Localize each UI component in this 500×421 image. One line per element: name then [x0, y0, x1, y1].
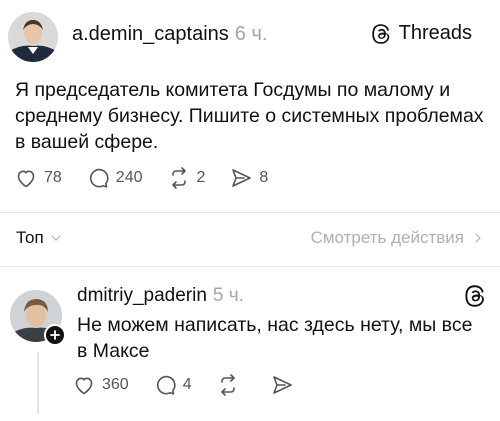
repost-count: 2: [196, 169, 206, 186]
avatar[interactable]: [8, 12, 58, 62]
send-icon: [272, 376, 292, 394]
post-header: a.demin_captains 6 ч. Threads: [8, 8, 492, 62]
follow-button[interactable]: [44, 324, 66, 346]
post-text: Я председатель комитета Госдумы по малом…: [15, 79, 484, 153]
comment-icon: [89, 168, 109, 188]
sort-bar: Топ Смотреть действия: [0, 220, 500, 256]
like-count: 78: [44, 169, 62, 186]
brand-name: Threads: [398, 22, 472, 44]
comment-count: 4: [182, 376, 192, 393]
divider: [0, 212, 500, 213]
author-line: a.demin_captains 6 ч.: [72, 23, 267, 46]
plus-icon: [50, 330, 60, 340]
view-activity-label: Смотреть действия: [310, 228, 464, 247]
author-name[interactable]: a.demin_captains: [72, 23, 229, 45]
post-actions: 78 240 2 8: [14, 166, 292, 190]
avatar-image: [8, 12, 58, 62]
share-button[interactable]: [270, 373, 300, 397]
send-icon: [232, 169, 252, 187]
share-count: 8: [259, 169, 269, 186]
reply-actions: 360 4: [72, 373, 324, 397]
reply-text: Не можем написать, нас здесь нету, мы вс…: [77, 314, 473, 362]
comment-button[interactable]: 240: [86, 166, 143, 190]
reply-avatar-wrap: [10, 290, 66, 346]
comment-icon: [156, 375, 176, 395]
reply-author-name[interactable]: dmitriy_paderin: [77, 285, 207, 306]
threads-logo-icon: [465, 285, 484, 307]
like-count: 360: [102, 376, 129, 393]
sort-dropdown[interactable]: Топ: [16, 228, 62, 248]
repost-button[interactable]: 2: [167, 166, 206, 190]
threads-logo-icon: [371, 23, 389, 44]
chevron-down-icon: [51, 235, 61, 241]
comment-count: 240: [115, 169, 143, 186]
reply-time: 5 ч.: [212, 285, 244, 306]
share-button[interactable]: 8: [229, 166, 268, 190]
repost-icon: [171, 167, 186, 189]
thread-line: [37, 352, 39, 414]
heart-icon: [75, 377, 93, 395]
sort-label: Топ: [16, 228, 44, 247]
divider: [0, 266, 500, 267]
like-button[interactable]: 78: [14, 166, 62, 190]
view-activity-link[interactable]: Смотреть действия: [311, 228, 484, 248]
comment-button[interactable]: 4: [153, 373, 192, 397]
threads-brand[interactable]: Threads: [371, 22, 472, 45]
repost-icon: [220, 374, 235, 396]
like-button[interactable]: 360: [72, 373, 129, 397]
reply-author-line: dmitriy_paderin 5 ч.: [77, 285, 244, 307]
heart-icon: [17, 170, 35, 188]
chevron-right-icon: [475, 233, 481, 243]
repost-button[interactable]: [216, 373, 246, 397]
post-time: 6 ч.: [234, 23, 268, 45]
